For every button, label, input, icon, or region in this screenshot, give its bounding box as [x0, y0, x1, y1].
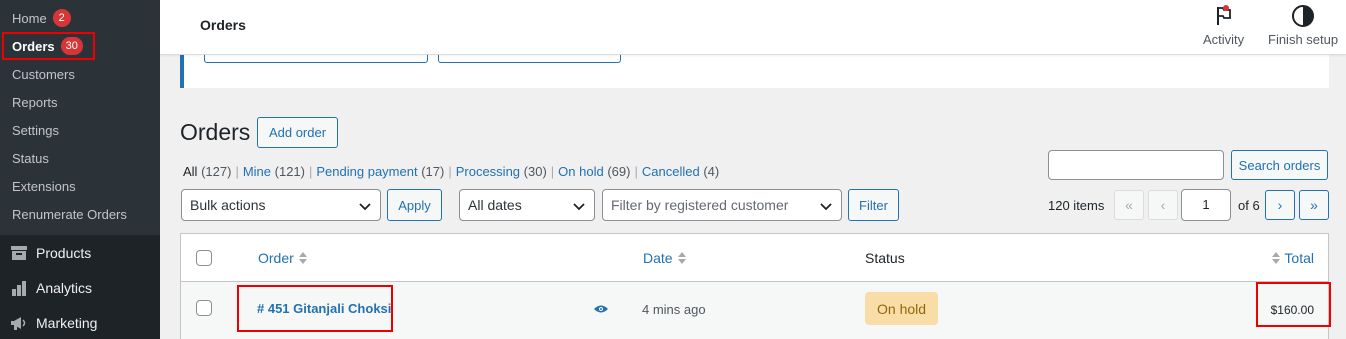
view-count: (17) [421, 164, 445, 179]
view-label: Processing [455, 164, 521, 179]
view-count: (127) [201, 164, 232, 179]
submenu-item-label: Customers [12, 66, 75, 82]
order-link-highlight [237, 285, 393, 332]
filter-button[interactable]: Filter [848, 189, 899, 221]
contrast-circle-icon [1292, 5, 1315, 27]
search-orders-button[interactable]: Search orders [1231, 150, 1328, 180]
view-label: Mine [242, 164, 272, 179]
customer-filter-placeholder: Filter by registered customer [611, 197, 789, 213]
view-count: (69) [607, 164, 631, 179]
view-label: Cancelled [641, 164, 700, 179]
view-count: (4) [703, 164, 720, 179]
view-label: All [183, 164, 198, 179]
column-total[interactable]: Total [1272, 250, 1314, 266]
items-count: 120 items [1048, 198, 1105, 213]
last-page-button[interactable]: » [1299, 190, 1329, 220]
current-page-input[interactable]: 1 [1181, 189, 1231, 221]
menu-item-label: Products [36, 244, 92, 261]
customer-filter-select[interactable]: Filter by registered customer [602, 189, 842, 221]
first-page-button[interactable]: « [1114, 190, 1144, 220]
submenu-item-settings[interactable]: Settings [0, 116, 160, 144]
menu-item-marketing[interactable]: Marketing [0, 305, 160, 339]
sort-icon [298, 252, 307, 264]
finish-setup-label: Finish setup [1268, 32, 1339, 47]
order-total-highlight [1256, 282, 1331, 327]
view-cancelled[interactable]: Cancelled (4) [642, 164, 719, 179]
bulk-actions-value: Bulk actions [190, 197, 266, 213]
submenu-item-label: Reports [12, 94, 58, 110]
submenu-item-status[interactable]: Status [0, 144, 160, 172]
dates-value: All dates [468, 197, 522, 213]
view-all[interactable]: All (127) [183, 164, 231, 179]
orders-heading: Orders [180, 119, 251, 145]
submenu-item-label: Status [12, 150, 49, 166]
view-on-hold[interactable]: On hold (69) [558, 164, 630, 179]
order-date: 4 mins ago [642, 302, 706, 317]
view-count: (121) [274, 164, 305, 179]
column-label: Order [258, 250, 294, 266]
view-label: On hold [558, 164, 604, 179]
submenu-item-renumerate-orders[interactable]: Renumerate Orders [0, 200, 160, 228]
order-status-views: All (127) | Mine (121) | Pending payment (17… [183, 164, 720, 179]
menu-item-products[interactable]: Products [0, 235, 160, 270]
chevron-down-icon [820, 203, 832, 211]
finish-setup-button[interactable]: Finish setup [1268, 4, 1338, 47]
column-label: Date [643, 250, 673, 266]
apply-button[interactable]: Apply [387, 189, 442, 221]
column-date[interactable]: Date [643, 250, 686, 266]
view-processing[interactable]: Processing (30) [456, 164, 547, 179]
sort-icon [1272, 252, 1281, 264]
eye-icon[interactable] [594, 304, 608, 314]
column-order[interactable]: Order [258, 250, 307, 266]
column-label: Total [1284, 250, 1314, 266]
submenu-item-customers[interactable]: Customers [0, 60, 160, 88]
menu-item-analytics[interactable]: Analytics [0, 270, 160, 305]
submenu-item-label: Settings [12, 122, 59, 138]
menu-item-label: Analytics [36, 279, 93, 296]
select-all-checkbox[interactable] [196, 250, 212, 266]
submenu-item-label: Extensions [12, 178, 76, 194]
chevron-down-icon [359, 203, 371, 211]
prev-page-button[interactable]: ‹ [1148, 190, 1178, 220]
add-order-button[interactable]: Add order [257, 117, 338, 148]
submenu-item-label: Renumerate Orders [12, 206, 127, 222]
search-input[interactable] [1048, 150, 1224, 180]
sort-icon [677, 252, 686, 264]
view-count: (30) [523, 164, 547, 179]
bar-chart-icon [10, 279, 28, 297]
bulk-actions-select[interactable]: Bulk actions [181, 189, 381, 221]
row-checkbox[interactable] [196, 300, 212, 316]
next-page-button[interactable]: › [1265, 190, 1295, 220]
flag-icon [1216, 5, 1231, 25]
activity-label: Activity [1203, 32, 1245, 47]
submenu-item-label: Home [12, 10, 47, 26]
page-title: Orders [200, 17, 246, 33]
megaphone-icon [10, 314, 28, 332]
submenu-item-reports[interactable]: Reports [0, 88, 160, 116]
menu-item-label: Marketing [36, 314, 98, 331]
archive-icon [10, 244, 28, 262]
orders-menu-highlight [2, 32, 95, 60]
notification-badge: 2 [52, 9, 71, 27]
activity-button[interactable]: Activity [1203, 4, 1244, 47]
column-status: Status [865, 250, 905, 266]
submenu-item-extensions[interactable]: Extensions [0, 172, 160, 200]
dates-select[interactable]: All dates [459, 189, 595, 221]
table-header: Order Date Status Total [181, 234, 1328, 282]
total-pages: of 6 [1238, 198, 1260, 213]
submenu-item-home[interactable]: Home 2 [0, 4, 160, 32]
view-mine[interactable]: Mine (121) [243, 164, 305, 179]
view-pending-payment[interactable]: Pending payment (17) [316, 164, 444, 179]
top-header: Orders Activity Finish setup [160, 0, 1346, 55]
view-label: Pending payment [316, 164, 418, 179]
status-badge: On hold [865, 292, 939, 325]
chevron-down-icon [573, 203, 585, 211]
